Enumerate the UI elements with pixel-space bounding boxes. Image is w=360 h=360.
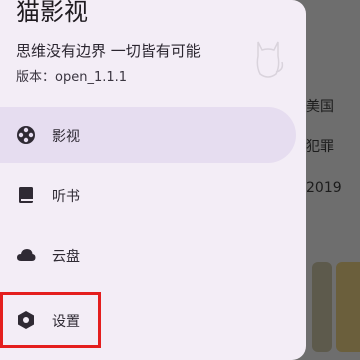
app-title: 猫影视 [16, 0, 88, 26]
cat-icon [256, 41, 284, 78]
background-tag: 美国 [306, 99, 334, 115]
background-tag: 犯罪 [306, 139, 334, 155]
nav-item-audiobooks[interactable]: 听书 [0, 167, 296, 223]
cloud-icon [17, 249, 36, 261]
settings-icon [18, 311, 34, 329]
nav-item-label: 云盘 [52, 249, 80, 265]
nav-item-label: 设置 [52, 314, 80, 330]
background-poster [336, 262, 360, 352]
navigation-drawer: 猫影视 思维没有边界 一切皆有可能 版本：open_1.1.1 影视 听书 云盘… [0, 0, 306, 360]
nav-item-settings[interactable]: 设置 [0, 292, 296, 348]
background-poster [312, 262, 332, 352]
nav-item-cloud-drive[interactable]: 云盘 [0, 227, 296, 283]
book-icon [19, 187, 33, 203]
film-reel-icon [17, 126, 35, 144]
nav-item-label: 听书 [52, 189, 80, 205]
background-tag: 2019 [306, 180, 342, 196]
nav-item-label: 影视 [52, 129, 80, 145]
app-slogan: 思维没有边界 一切皆有可能 [16, 42, 201, 60]
app-version: 版本：open_1.1.1 [16, 70, 128, 85]
nav-item-movies[interactable]: 影视 [0, 107, 296, 163]
app-screen: 美国 犯罪 2019 猫影视 思维没有边界 一切皆有可能 版本：open_1.1… [0, 0, 360, 360]
